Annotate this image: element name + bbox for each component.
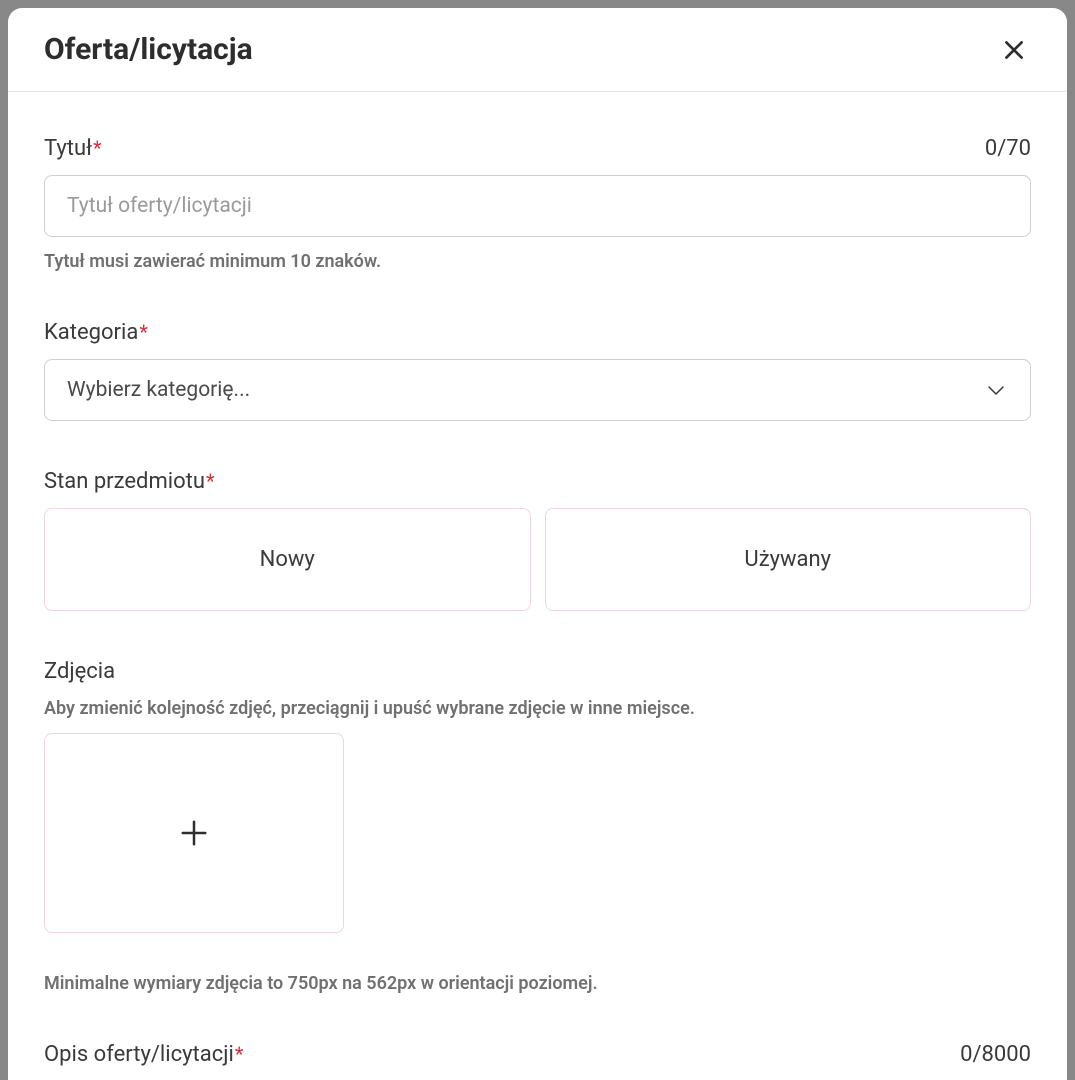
required-marker: * [93, 136, 102, 160]
description-char-count: 0/8000 [960, 1042, 1031, 1067]
condition-label: Stan przedmiotu [44, 469, 205, 494]
description-label: Opis oferty/licytacji [44, 1042, 234, 1067]
title-label: Tytuł [44, 136, 92, 161]
photo-upload-button[interactable] [44, 733, 344, 933]
offer-modal: Oferta/licytacja Tytuł* 0/70 Tytuł musi … [8, 8, 1067, 1080]
category-label-row: Kategoria* [44, 320, 1031, 345]
close-icon [1001, 37, 1027, 63]
photos-label-row: Zdjęcia [44, 659, 1031, 684]
photos-caption: Minimalne wymiary zdjęcia to 750px na 56… [44, 973, 1031, 994]
condition-field-group: Stan przedmiotu* Nowy Używany [44, 469, 1031, 611]
title-label-row: Tytuł* 0/70 [44, 136, 1031, 161]
required-marker: * [206, 469, 215, 493]
close-button[interactable] [997, 33, 1031, 67]
photos-label: Zdjęcia [44, 659, 115, 684]
category-placeholder: Wybierz kategorię... [67, 378, 250, 402]
category-select[interactable]: Wybierz kategorię... [44, 359, 1031, 421]
modal-title: Oferta/licytacja [44, 32, 253, 67]
chevron-down-icon [984, 378, 1008, 402]
condition-options: Nowy Używany [44, 508, 1031, 611]
photos-hint: Aby zmienić kolejność zdjęć, przeciągnij… [44, 698, 1031, 719]
category-label: Kategoria [44, 320, 138, 345]
required-marker: * [139, 320, 148, 344]
modal-header: Oferta/licytacja [8, 8, 1067, 92]
condition-label-row: Stan przedmiotu* [44, 469, 1031, 494]
title-field-group: Tytuł* 0/70 Tytuł musi zawierać minimum … [44, 136, 1031, 272]
plus-icon [179, 818, 209, 848]
condition-new-button[interactable]: Nowy [44, 508, 531, 611]
required-marker: * [235, 1042, 244, 1066]
modal-body: Tytuł* 0/70 Tytuł musi zawierać minimum … [8, 92, 1067, 1080]
description-label-row: Opis oferty/licytacji* 0/8000 [44, 1042, 1031, 1067]
condition-used-button[interactable]: Używany [545, 508, 1032, 611]
photos-field-group: Zdjęcia Aby zmienić kolejność zdjęć, prz… [44, 659, 1031, 994]
title-helper: Tytuł musi zawierać minimum 10 znaków. [44, 251, 1031, 272]
title-char-count: 0/70 [985, 136, 1031, 161]
description-field-group: Opis oferty/licytacji* 0/8000 [44, 1042, 1031, 1080]
category-field-group: Kategoria* Wybierz kategorię... [44, 320, 1031, 421]
title-input[interactable] [44, 175, 1031, 237]
